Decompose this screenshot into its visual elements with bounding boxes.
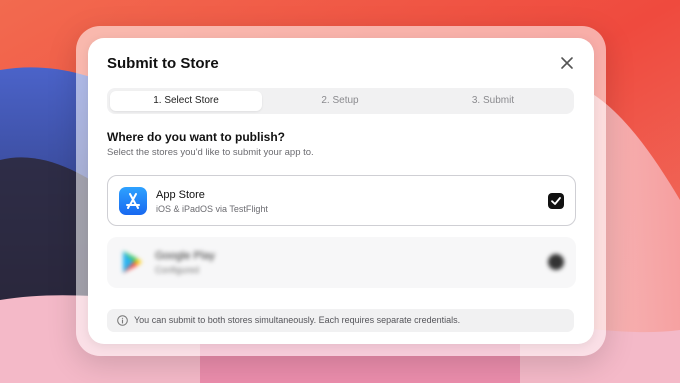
info-text: You can submit to both stores simultaneo… [134, 315, 461, 325]
step-submit[interactable]: 3. Submit [417, 91, 569, 111]
store-description: iOS & iPadOS via TestFlight [156, 204, 268, 214]
selected-checkbox[interactable] [548, 193, 564, 209]
store-name: Google Play [155, 250, 215, 262]
submit-dialog: Submit to Store 1. Select Store 2. Setup… [88, 38, 594, 344]
step-setup[interactable]: 2. Setup [264, 91, 416, 111]
checkmark-icon [551, 197, 561, 205]
section-heading: Where do you want to publish? [107, 130, 285, 144]
store-description: Configured [155, 265, 200, 275]
step-indicator: 1. Select Store 2. Setup 3. Submit [107, 88, 574, 114]
store-option-google-play[interactable]: Google Play Configured [107, 237, 576, 288]
info-icon [117, 315, 128, 326]
section-subtitle: Select the stores you'd like to submit y… [107, 147, 314, 158]
dialog-title: Submit to Store [107, 55, 219, 72]
unselected-toggle[interactable] [548, 254, 564, 270]
store-option-app-store[interactable]: App Store iOS & iPadOS via TestFlight [107, 175, 576, 226]
app-store-icon [119, 187, 147, 215]
step-select-store[interactable]: 1. Select Store [110, 91, 262, 111]
store-name: App Store [156, 189, 205, 201]
google-play-icon [123, 251, 142, 273]
close-icon[interactable] [560, 56, 574, 70]
info-banner: You can submit to both stores simultaneo… [107, 309, 574, 332]
